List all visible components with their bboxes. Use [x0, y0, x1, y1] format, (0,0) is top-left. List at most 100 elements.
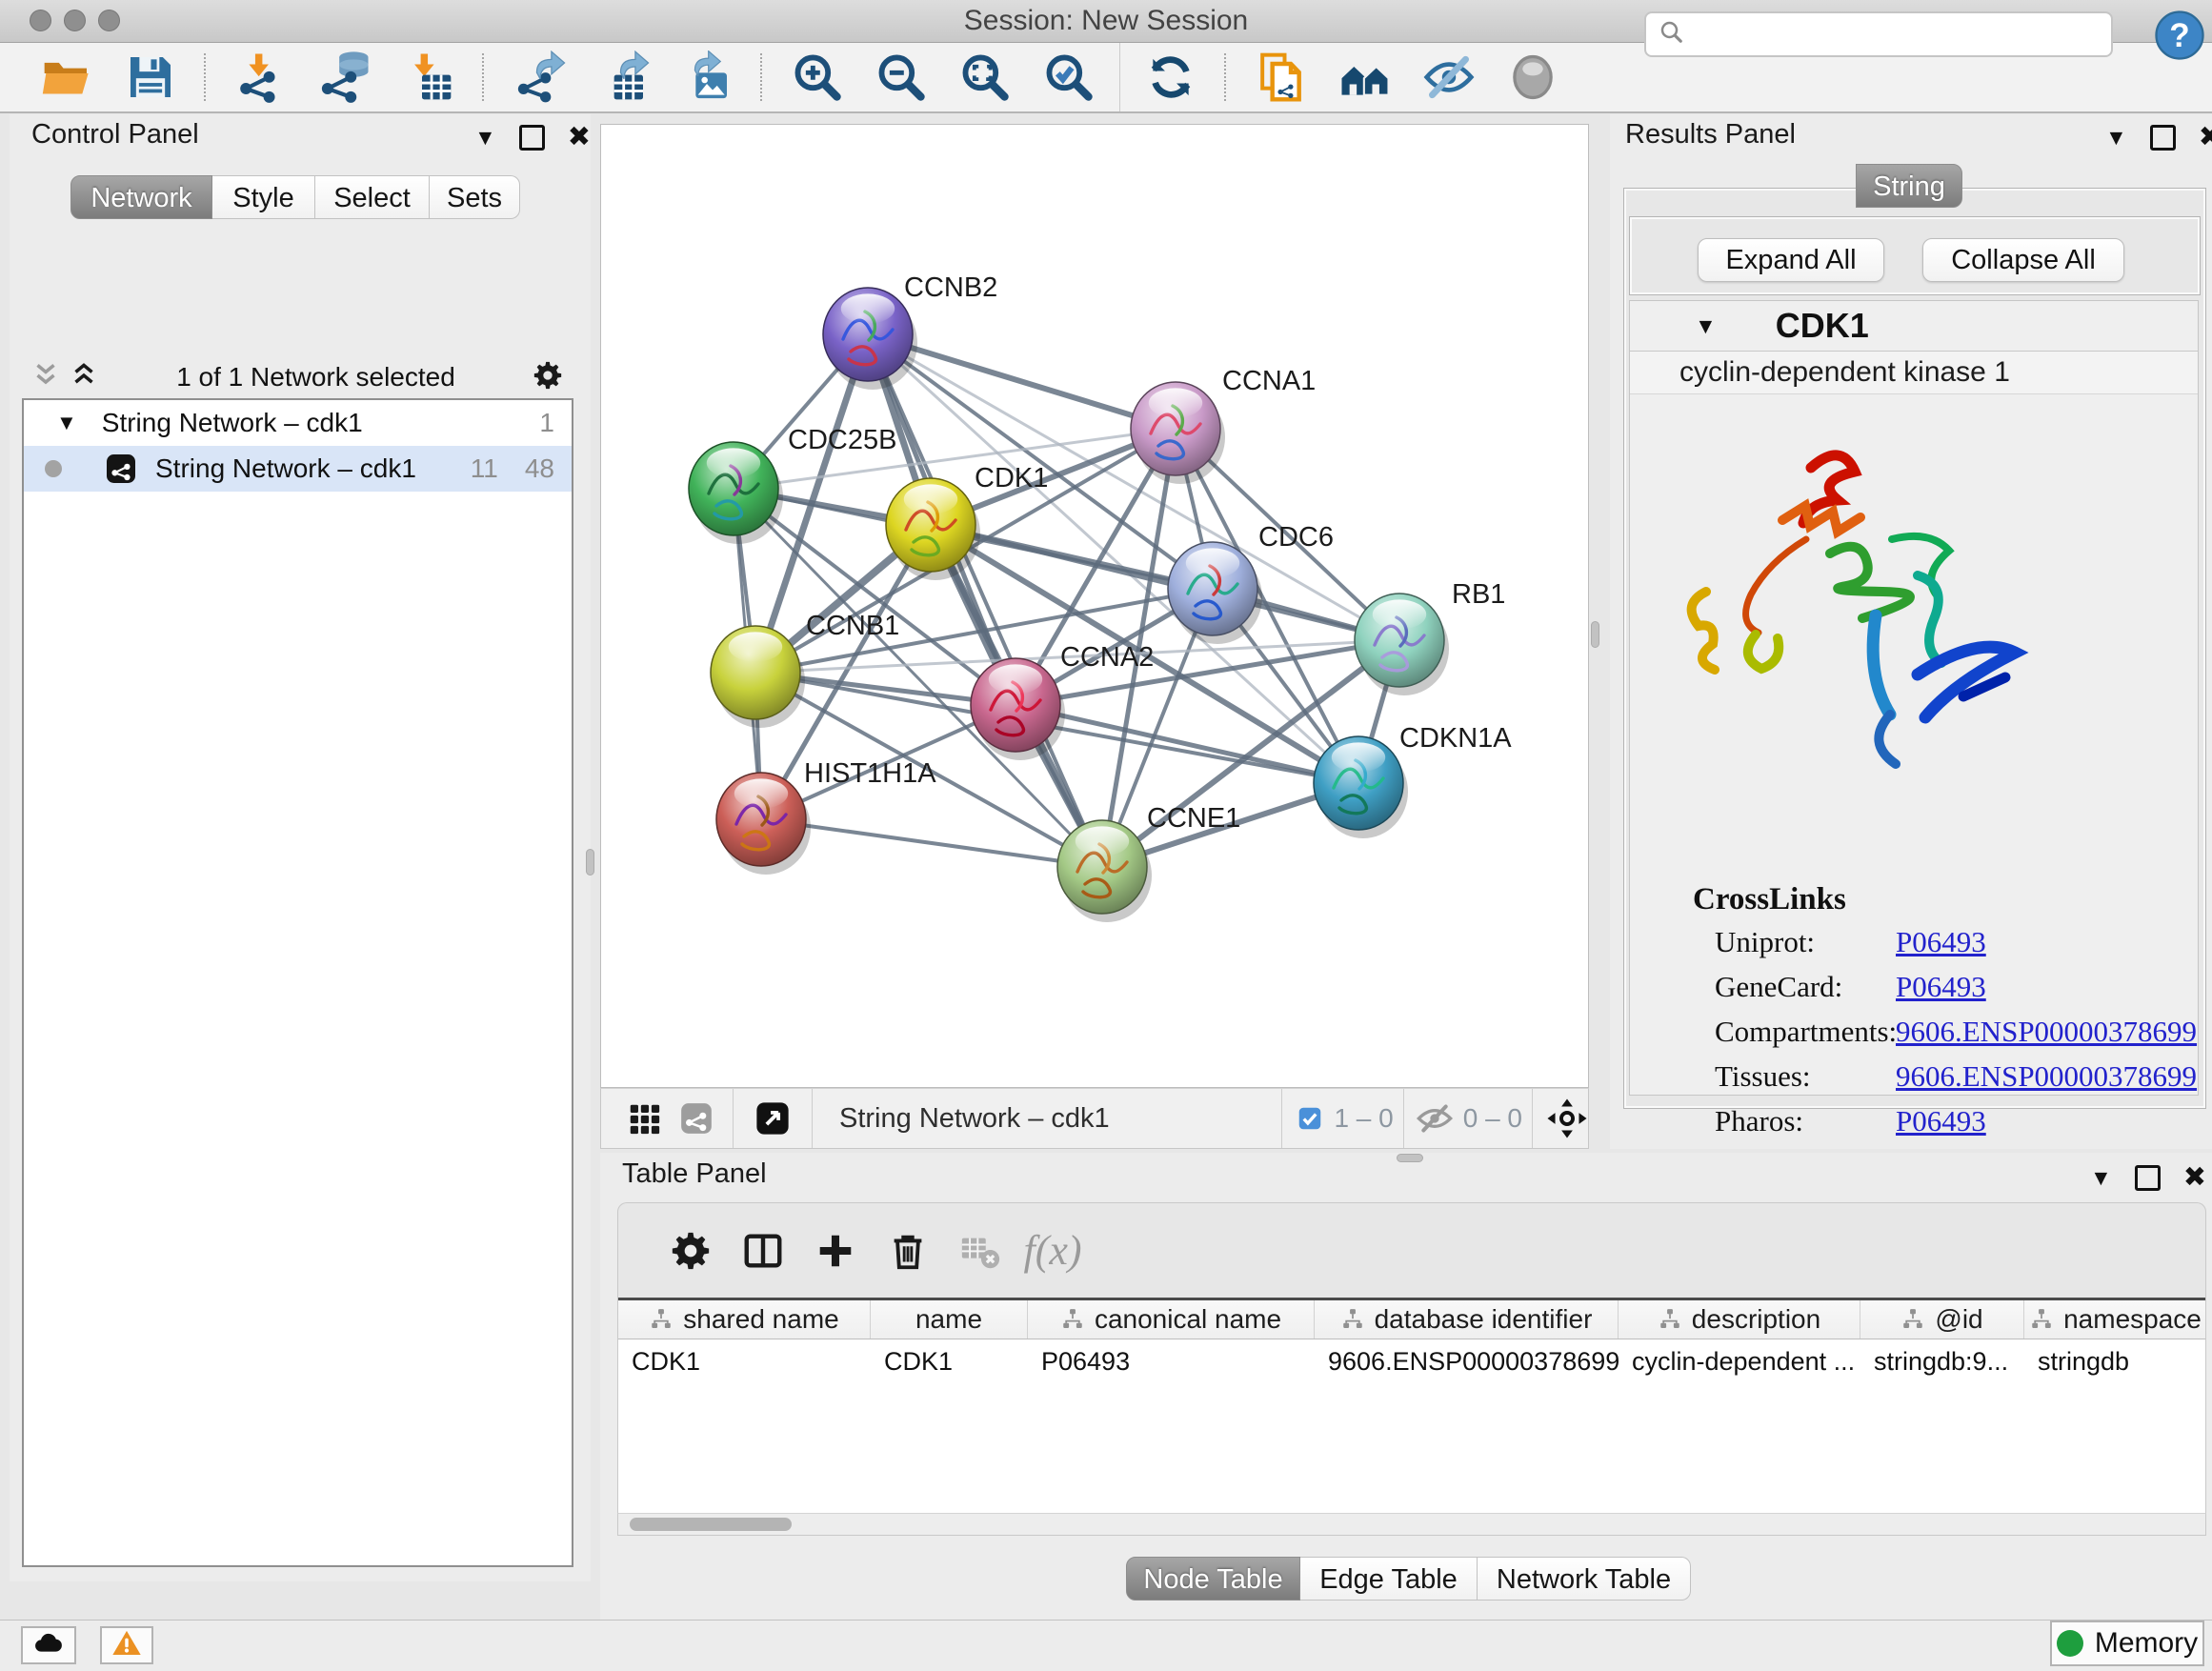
expand-all-icon[interactable] — [68, 359, 100, 396]
export-image-icon[interactable] — [665, 46, 749, 109]
crosslink-link[interactable]: P06493 — [1896, 1104, 1986, 1138]
scrollbar-thumb[interactable] — [630, 1518, 792, 1531]
node-label-CCNA1: CCNA1 — [1222, 366, 1316, 396]
panel-float-icon[interactable] — [2135, 1165, 2161, 1191]
memory-button[interactable]: Memory — [2050, 1621, 2204, 1666]
open-session-icon[interactable] — [25, 46, 109, 109]
zoom-in-icon[interactable] — [775, 46, 859, 109]
column-header-namespace[interactable]: namespace — [2024, 1300, 2206, 1339]
column-header-@id[interactable]: @id — [1860, 1300, 2024, 1339]
collection-expander-icon[interactable]: ▼ — [56, 411, 77, 435]
tab-string[interactable]: String — [1856, 164, 1962, 208]
node-label-CDC6: CDC6 — [1258, 522, 1334, 553]
crosslinks-title: CrossLinks — [1693, 882, 1846, 917]
crosslink-link[interactable]: 9606.ENSP00000378699 — [1896, 1015, 2197, 1049]
network-node-CCNA1[interactable] — [1131, 382, 1225, 484]
panel-menu-icon[interactable]: ▼ — [474, 127, 496, 149]
delete-column-icon[interactable] — [872, 1229, 944, 1273]
tab-network[interactable]: Network — [70, 175, 212, 219]
selected-nodes-checkbox-icon[interactable] — [1296, 1104, 1324, 1133]
apply-layout-icon[interactable] — [1129, 46, 1213, 109]
network-node-CDK1[interactable] — [886, 478, 980, 580]
network-column-icon — [2029, 1307, 2054, 1332]
show-graphics-details-icon[interactable] — [1491, 46, 1575, 109]
section-expander-icon[interactable]: ▼ — [1695, 315, 1717, 337]
import-table-from-file-icon[interactable] — [387, 46, 471, 109]
column-header-description[interactable]: description — [1619, 1300, 1860, 1339]
table-row[interactable]: CDK1CDK1P064939606.ENSP00000378699cyclin… — [618, 1339, 2205, 1383]
column-header-database-identifier[interactable]: database identifier — [1315, 1300, 1619, 1339]
column-header-name[interactable]: name — [871, 1300, 1028, 1339]
share-document-icon[interactable] — [1239, 46, 1323, 109]
network-node-CDKN1A[interactable] — [1314, 736, 1408, 838]
tab-edge-table[interactable]: Edge Table — [1300, 1557, 1478, 1601]
hidden-eye-icon[interactable] — [1416, 1099, 1454, 1137]
network-options-gear-icon[interactable] — [532, 359, 564, 396]
left-splitter-handle[interactable] — [586, 849, 594, 876]
panel-menu-icon[interactable]: ▼ — [2105, 127, 2127, 149]
panel-menu-icon[interactable]: ▼ — [2090, 1167, 2112, 1189]
zoom-selected-icon[interactable] — [1027, 46, 1111, 109]
table-toolbar: f(x) — [617, 1202, 2206, 1298]
column-header-shared-name[interactable]: shared name — [618, 1300, 871, 1339]
hidden-node-edge-counts: 0 – 0 — [1463, 1103, 1522, 1134]
warnings-button[interactable] — [100, 1626, 153, 1664]
table-settings-gear-icon[interactable] — [654, 1229, 727, 1273]
panel-close-icon[interactable]: ✖ — [568, 124, 591, 151]
import-network-from-database-icon[interactable] — [303, 46, 387, 109]
crosslink-link[interactable]: P06493 — [1896, 925, 1986, 959]
export-table-icon[interactable] — [581, 46, 665, 109]
export-network-icon[interactable] — [497, 46, 581, 109]
detach-view-icon[interactable] — [753, 1098, 793, 1138]
fit-selected-icon[interactable] — [1546, 1097, 1588, 1139]
toolbar-divider — [1119, 43, 1120, 111]
tab-sets[interactable]: Sets — [430, 175, 520, 219]
gene-section-header[interactable]: ▼ CDK1 — [1630, 301, 2198, 352]
birdseye-grid-icon[interactable] — [626, 1100, 662, 1137]
network-node-CCNE1[interactable] — [1057, 820, 1152, 922]
search-input[interactable] — [1696, 19, 2111, 50]
node-label-HIST1H1A: HIST1H1A — [804, 758, 936, 789]
bottom-splitter-handle[interactable] — [1397, 1154, 1423, 1162]
network-node-HIST1H1A[interactable] — [716, 773, 811, 875]
panel-close-icon[interactable]: ✖ — [2183, 1164, 2206, 1192]
show-columns-icon[interactable] — [727, 1229, 799, 1273]
panel-float-icon[interactable] — [2150, 125, 2176, 151]
save-session-icon[interactable] — [109, 46, 192, 109]
string-badge-icon[interactable] — [677, 1099, 715, 1137]
network-canvas[interactable]: CCNB2CCNA1CDC25BCDK1CDC6RB1CCNB1CCNA2CDK… — [600, 124, 1589, 1088]
collapse-all-icon[interactable] — [30, 359, 62, 396]
cloud-button[interactable] — [21, 1626, 76, 1664]
node-label-CCNA2: CCNA2 — [1060, 642, 1154, 673]
network-node-CDC6[interactable] — [1168, 542, 1262, 644]
tab-select[interactable]: Select — [315, 175, 430, 219]
panel-float-icon[interactable] — [519, 125, 545, 151]
panel-close-icon[interactable]: ✖ — [2199, 124, 2212, 151]
import-network-from-file-icon[interactable] — [219, 46, 303, 109]
network-edge-HIST1H1A-CCNE1[interactable] — [761, 819, 1102, 867]
network-node-CDC25B[interactable] — [689, 442, 783, 544]
current-network-title: String Network – cdk1 — [839, 1103, 1110, 1135]
table-panel: Table Panel ▼ ✖ f(x) shared namenamecano… — [600, 1153, 2212, 1620]
crosslink-link[interactable]: 9606.ENSP00000378699 — [1896, 1059, 2197, 1094]
expand-all-button[interactable]: Expand All — [1698, 238, 1884, 282]
column-header-canonical-name[interactable]: canonical name — [1028, 1300, 1315, 1339]
help-button[interactable]: ? — [2153, 9, 2206, 62]
tab-style[interactable]: Style — [212, 175, 315, 219]
network-row-selected[interactable]: String Network – cdk1 11 48 — [24, 446, 572, 492]
tab-node-table[interactable]: Node Table — [1126, 1557, 1300, 1601]
right-splitter-handle[interactable] — [1591, 621, 1599, 648]
zoom-fit-content-icon[interactable] — [943, 46, 1027, 109]
network-node-CCNB2[interactable] — [823, 288, 917, 390]
crosslink-link[interactable]: P06493 — [1896, 970, 1986, 1004]
network-collection-row[interactable]: ▼ String Network – cdk1 1 — [24, 400, 572, 446]
network-node-RB1[interactable] — [1355, 594, 1449, 695]
collapse-all-button[interactable]: Collapse All — [1922, 238, 2124, 282]
tab-network-table[interactable]: Network Table — [1478, 1557, 1691, 1601]
network-overview-icon[interactable] — [1323, 46, 1407, 109]
hide-details-icon[interactable] — [1407, 46, 1491, 109]
add-column-icon[interactable] — [799, 1229, 872, 1273]
zoom-out-icon[interactable] — [859, 46, 943, 109]
network-column-icon — [649, 1307, 674, 1332]
crosslink-label: Compartments: — [1715, 1015, 1897, 1048]
